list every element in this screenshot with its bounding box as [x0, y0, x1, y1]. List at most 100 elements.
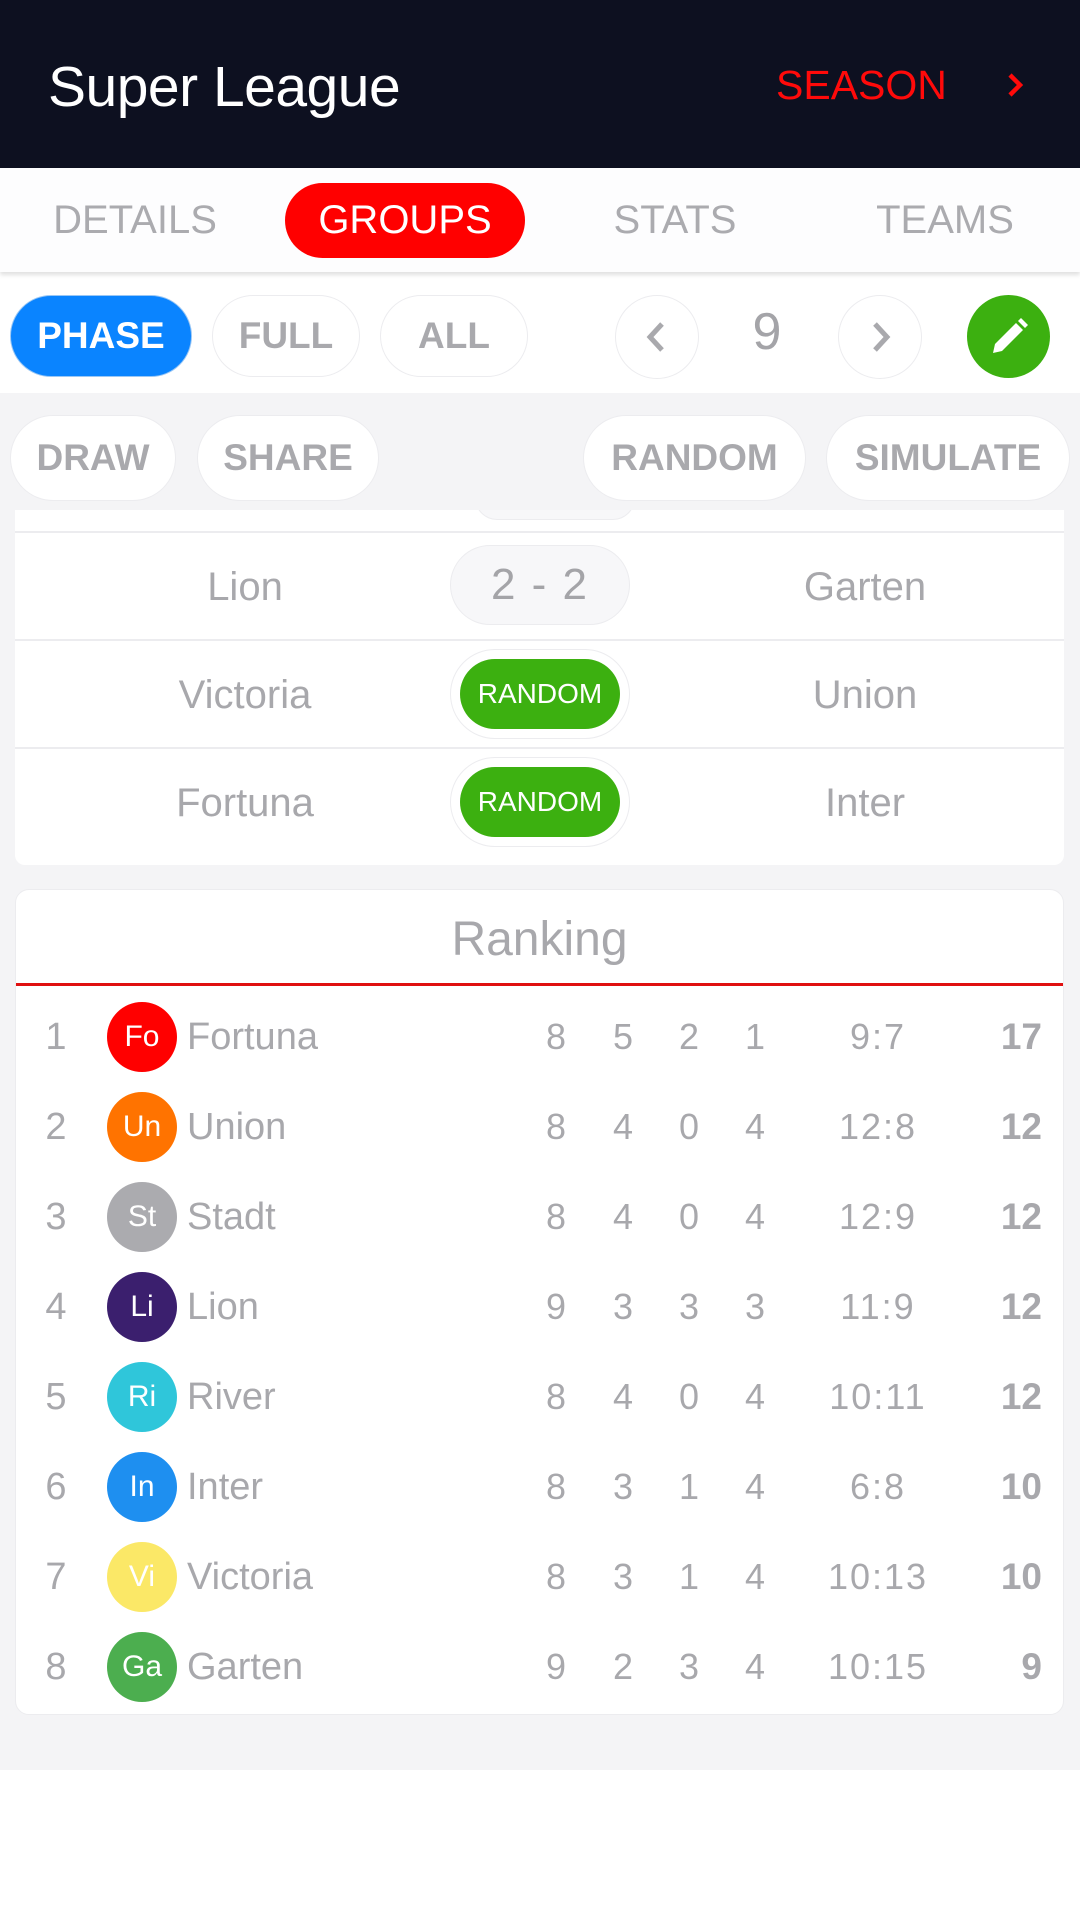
goal-difference: 10:11 [829, 1376, 927, 1417]
lost-count: 4 [744, 1466, 766, 1507]
drawn-count: 0 [678, 1196, 700, 1237]
lost-count: 4 [744, 1646, 766, 1687]
ranking-row[interactable]: 2 Un Union 8 4 0 4 12:8 12 [16, 1082, 1063, 1172]
matchday-number: 9 [752, 303, 782, 361]
points: 17 [1000, 1016, 1042, 1057]
team-avatar: Fo [107, 1002, 177, 1072]
ranking-row[interactable]: 8 Ga Garten 9 2 3 4 10:15 9 [16, 1622, 1063, 1712]
points: 12 [1000, 1106, 1042, 1147]
share-button[interactable]: SHARE [197, 415, 379, 501]
chevron-left-icon [646, 322, 664, 352]
won-count: 3 [612, 1466, 634, 1507]
draw-button[interactable]: DRAW [10, 415, 176, 501]
away-team: Garten [803, 564, 927, 609]
ranking-row[interactable]: 1 Fo Fortuna 8 5 2 1 9:7 17 [16, 992, 1063, 1082]
tab-teams[interactable]: TEAMS [850, 183, 1040, 258]
ranking-row[interactable]: 6 In Inter 8 3 1 4 6:8 10 [16, 1442, 1063, 1532]
lost-count: 4 [744, 1556, 766, 1597]
played-count: 8 [545, 1466, 567, 1507]
played-count: 9 [545, 1646, 567, 1687]
previous-matchday-button[interactable] [615, 295, 699, 379]
edit-button[interactable] [967, 295, 1050, 378]
team-avatar: Li [107, 1272, 177, 1342]
full-button[interactable]: FULL [212, 295, 360, 377]
pencil-icon [992, 317, 1028, 353]
away-team: Inter [824, 780, 906, 825]
tab-details[interactable]: DETAILS [40, 183, 230, 258]
team-name: Lion [187, 1285, 259, 1328]
away-team: Union [812, 672, 918, 717]
drawn-count: 0 [678, 1376, 700, 1417]
ranking-row[interactable]: 4 Li Lion 9 3 3 3 11:9 12 [16, 1262, 1063, 1352]
lost-count: 4 [744, 1106, 766, 1147]
tab-groups[interactable]: GROUPS [285, 183, 525, 258]
random-result-button[interactable]: RANDOM [460, 659, 620, 729]
next-matchday-button[interactable] [838, 295, 922, 379]
team-name: Garten [187, 1645, 304, 1688]
played-count: 8 [545, 1016, 567, 1057]
random-result-button[interactable]: RANDOM [460, 767, 620, 837]
team-avatar: Ga [107, 1632, 177, 1702]
team-avatar: St [107, 1182, 177, 1252]
rank-position: 6 [45, 1465, 67, 1508]
goal-difference: 11:9 [840, 1286, 916, 1327]
goal-difference: 12:9 [838, 1196, 918, 1237]
played-count: 8 [545, 1556, 567, 1597]
tab-stats[interactable]: STATS [580, 183, 770, 258]
team-name: Union [187, 1105, 287, 1148]
drawn-count: 3 [678, 1286, 700, 1327]
goal-difference: 9:7 [849, 1016, 907, 1057]
won-count: 3 [612, 1556, 634, 1597]
rank-position: 1 [45, 1015, 67, 1058]
drawn-count: 3 [678, 1646, 700, 1687]
rank-position: 4 [45, 1285, 67, 1328]
match-row: Fortuna RANDOM Inter [15, 747, 1064, 855]
drawn-count: 0 [678, 1106, 700, 1147]
points: 10 [1000, 1466, 1042, 1507]
team-avatar: Un [107, 1092, 177, 1162]
team-avatar: Vi [107, 1542, 177, 1612]
previous-score-pill [475, 510, 635, 520]
ranking-row[interactable]: 5 Ri River 8 4 0 4 10:11 12 [16, 1352, 1063, 1442]
score-pill: RANDOM [450, 757, 630, 847]
lost-count: 4 [744, 1376, 766, 1417]
rank-position: 7 [45, 1555, 67, 1598]
all-button[interactable]: ALL [380, 295, 528, 377]
chevron-right-icon [1008, 73, 1024, 97]
ranking-row[interactable]: 7 Vi Victoria 8 3 1 4 10:13 10 [16, 1532, 1063, 1622]
random-all-button[interactable]: RANDOM [583, 415, 806, 501]
home-team: Lion [207, 564, 283, 609]
screen: Super League SEASON DETAILS GROUPS STATS… [0, 0, 1080, 1920]
rank-position: 8 [45, 1645, 67, 1688]
points: 12 [1000, 1196, 1042, 1237]
team-name: Stadt [187, 1195, 276, 1238]
points: 12 [1000, 1286, 1042, 1327]
simulate-button[interactable]: SIMULATE [826, 415, 1070, 501]
chevron-right-icon [873, 322, 891, 352]
ranking-title: Ranking [451, 913, 628, 966]
match-row: Victoria RANDOM Union [15, 639, 1064, 747]
season-button[interactable]: SEASON [776, 62, 1024, 109]
phase-button[interactable]: PHASE [10, 295, 192, 377]
lost-count: 1 [744, 1016, 766, 1057]
drawn-count: 2 [678, 1016, 700, 1057]
team-name: River [187, 1375, 276, 1418]
goal-difference: 10:13 [827, 1556, 929, 1597]
goal-difference: 12:8 [838, 1106, 918, 1147]
lost-count: 3 [744, 1286, 766, 1327]
team-name: Inter [187, 1465, 264, 1508]
home-team: Victoria [178, 672, 312, 717]
goal-difference: 6:8 [849, 1466, 907, 1507]
won-count: 5 [612, 1016, 634, 1057]
score-pill[interactable]: 2 - 2 [450, 545, 630, 625]
played-count: 8 [545, 1196, 567, 1237]
won-count: 3 [612, 1286, 634, 1327]
points: 12 [1000, 1376, 1042, 1417]
rank-position: 2 [45, 1105, 67, 1148]
won-count: 4 [612, 1196, 634, 1237]
won-count: 4 [612, 1376, 634, 1417]
tab-bar: DETAILS GROUPS STATS TEAMS [0, 168, 1080, 272]
played-count: 8 [545, 1106, 567, 1147]
ranking-row[interactable]: 3 St Stadt 8 4 0 4 12:9 12 [16, 1172, 1063, 1262]
played-count: 8 [545, 1376, 567, 1417]
